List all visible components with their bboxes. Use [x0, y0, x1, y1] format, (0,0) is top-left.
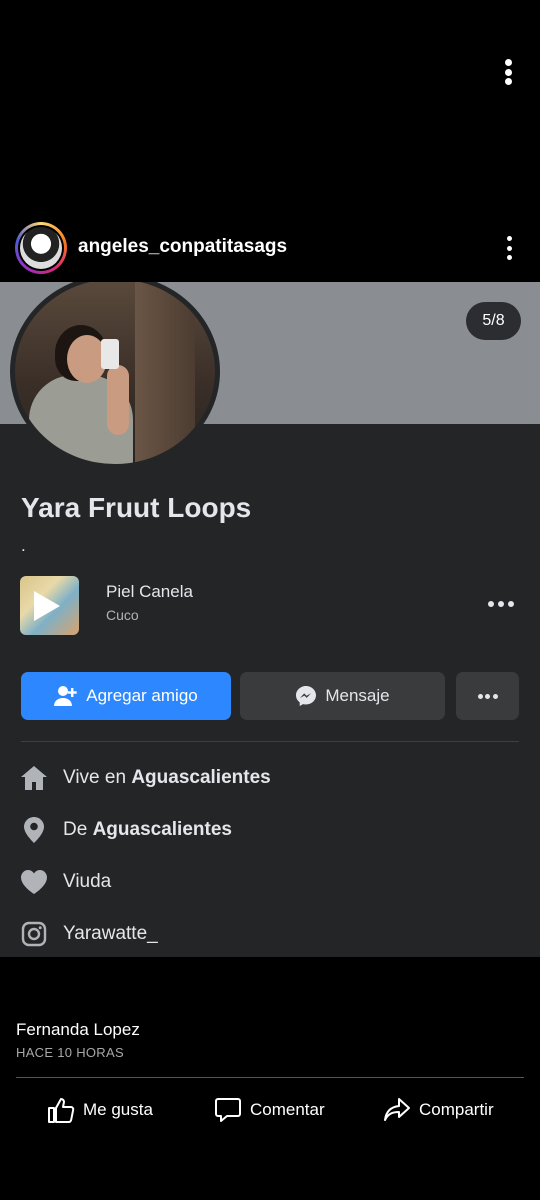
instagram-handle: Yarawatte_ [63, 923, 158, 944]
lives-prefix: Vive en [63, 767, 132, 788]
location-pin-icon [20, 816, 48, 844]
song-title: Piel Canela [106, 582, 193, 601]
add-person-icon [54, 685, 78, 707]
more-options-button[interactable] [456, 672, 519, 720]
home-icon [20, 764, 48, 792]
song-artist: Cuco [106, 607, 139, 623]
comment: Fernanda Lopez HACE 10 HORAS [16, 1020, 140, 1060]
divider [16, 1077, 524, 1078]
like-label: Me gusta [83, 1100, 153, 1119]
profile-name: Yara Fruut Loops [21, 492, 252, 523]
message-button[interactable]: Mensaje [240, 672, 445, 720]
messenger-icon [295, 685, 317, 707]
post-actions: Me gusta Comentar Compartir [0, 1090, 540, 1130]
profile-bio: . [21, 536, 26, 555]
post-options-icon[interactable] [500, 234, 518, 262]
song-options-icon[interactable] [488, 594, 514, 614]
account-username[interactable]: angeles_conpatitasags [78, 236, 287, 258]
share-label: Compartir [419, 1100, 494, 1119]
comment-label: Comentar [250, 1100, 325, 1119]
lives-city[interactable]: Aguascalientes [131, 767, 270, 788]
thumbs-up-icon [47, 1096, 75, 1124]
profile-song: Piel Canela Cuco [20, 576, 520, 636]
image-counter: 5/8 [466, 302, 521, 340]
post-image: 5/8 Yara Fruut Loops . Piel Canela Cuco … [0, 282, 540, 957]
detail-lives-in: Vive en Aguascalientes [20, 763, 520, 793]
message-label: Mensaje [325, 686, 390, 705]
top-more-options-icon[interactable] [496, 56, 520, 88]
detail-instagram[interactable]: Yarawatte_ [20, 919, 520, 949]
divider [21, 741, 519, 742]
speech-bubble-icon [214, 1096, 242, 1124]
play-icon[interactable] [34, 591, 60, 621]
post-header: angeles_conpatitasags [0, 216, 540, 280]
account-avatar[interactable] [15, 222, 67, 274]
like-button[interactable]: Me gusta [47, 1090, 153, 1130]
heart-icon [20, 868, 48, 896]
instagram-icon [20, 920, 48, 948]
comment-button[interactable]: Comentar [214, 1090, 325, 1130]
add-friend-label: Agregar amigo [86, 686, 198, 705]
relationship-status: Viuda [63, 871, 112, 892]
comment-author[interactable]: Fernanda Lopez [16, 1020, 140, 1040]
more-horizontal-icon [477, 693, 498, 699]
from-prefix: De [63, 819, 93, 840]
detail-relationship: Viuda [20, 867, 520, 897]
avatar-image [20, 227, 62, 269]
song-cover[interactable] [20, 576, 79, 635]
add-friend-button[interactable]: Agregar amigo [21, 672, 231, 720]
share-button[interactable]: Compartir [383, 1090, 494, 1130]
comment-timestamp: HACE 10 HORAS [16, 1045, 124, 1060]
profile-picture[interactable] [10, 282, 220, 469]
detail-from: De Aguascalientes [20, 815, 520, 845]
from-city[interactable]: Aguascalientes [93, 819, 232, 840]
share-arrow-icon [383, 1096, 411, 1124]
